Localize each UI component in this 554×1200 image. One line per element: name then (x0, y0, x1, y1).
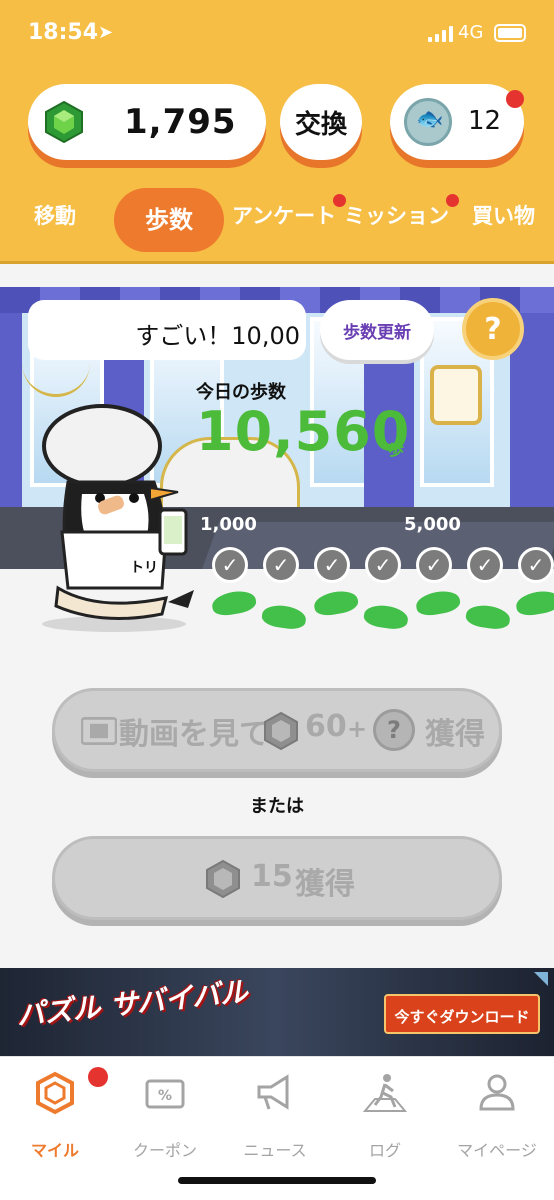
hexagon-gem-icon (36, 1071, 74, 1115)
tab-steps[interactable]: 歩数 (114, 188, 224, 252)
penguin-mascot-icon: トリ (42, 404, 194, 632)
milestone-label: 5,000 (404, 514, 461, 535)
tab-survey-label: アンケート (232, 204, 337, 228)
coin-balance-pill[interactable]: 12 (390, 84, 524, 160)
tab-mission-label: ミッション (344, 204, 449, 228)
nav-log[interactable]: ログ (330, 1071, 440, 1161)
today-steps-value: 10,560 (196, 400, 411, 463)
nav-log-label: ログ (368, 1141, 401, 1160)
svg-text:%: % (158, 1088, 172, 1104)
video-plus: + (347, 715, 368, 743)
scene-curtain (0, 287, 22, 507)
update-steps-button[interactable]: 歩数更新 (320, 300, 434, 360)
nav-coupon-label: クーポン (132, 1141, 197, 1160)
check-icon: ✓ (365, 547, 401, 583)
gray-gem-icon (206, 859, 240, 899)
nav-news-label: ニュース (243, 1141, 307, 1160)
app-header: 18:54 ➤ 4G 1,795 交換 12 移動 歩数 アンケート ミッション… (0, 0, 554, 264)
fish-coin-icon (404, 98, 452, 146)
speech-bubble-text: すごい！10,00 (135, 322, 300, 350)
nav-miles-label: マイル (30, 1141, 79, 1160)
tab-mission[interactable]: ミッション (344, 194, 459, 230)
nav-mypage[interactable]: マイページ (442, 1071, 552, 1161)
tab-move[interactable]: 移動 (34, 200, 76, 230)
earn-gem-amount: 15 (251, 859, 293, 894)
portrait-frame-icon (430, 365, 482, 425)
coin-count: 12 (468, 106, 502, 136)
gem-balance: 1,795 (124, 102, 237, 142)
or-separator: または (250, 796, 304, 817)
miles-notification-badge (88, 1067, 108, 1087)
megaphone-icon (257, 1074, 289, 1110)
check-icon: ✓ (416, 547, 452, 583)
check-icon: ✓ (314, 547, 350, 583)
help-button[interactable]: ? (462, 298, 524, 360)
network-type: 4G (458, 22, 484, 43)
gem-balance-pill[interactable]: 1,795 (28, 84, 266, 160)
mystery-ball-icon: ? (373, 709, 415, 751)
video-button-text: 動画を見て (119, 717, 269, 752)
coupon-icon: % (145, 1079, 185, 1109)
milestone-label: 1,000 (200, 514, 257, 535)
steps-unit: 歩 (388, 440, 405, 459)
nav-mypage-label: マイページ (457, 1141, 537, 1160)
mascot-shirt-text: トリ (130, 560, 158, 576)
speech-bubble: すごい！10,00 (28, 300, 306, 360)
video-gem-amount: 60 (305, 709, 347, 744)
signal-icon (428, 26, 454, 42)
gray-gem-icon (264, 711, 298, 751)
nav-coupon[interactable]: % クーポン (110, 1071, 220, 1161)
watch-video-button[interactable]: 動画を見て 60 + ? 獲得 (52, 688, 502, 772)
tab-shopping[interactable]: 買い物 (472, 200, 535, 230)
ad-title: パズル サバイバル (15, 974, 250, 1033)
status-time: 18:54 (28, 20, 99, 45)
ad-download-button[interactable]: 今すぐダウンロード (384, 994, 540, 1034)
status-bar: 18:54 ➤ 4G (0, 0, 554, 70)
person-icon (479, 1074, 515, 1111)
green-gem-icon (45, 100, 83, 144)
video-earn-text: 獲得 (425, 717, 485, 752)
film-icon (81, 717, 117, 745)
walking-person-icon (362, 1074, 408, 1112)
exchange-label: 交換 (294, 110, 347, 140)
check-icon: ✓ (467, 547, 503, 583)
check-icon: ✓ (518, 547, 554, 583)
coin-notification-badge (506, 90, 524, 108)
check-icon: ✓ (263, 547, 299, 583)
nav-news[interactable]: ニュース (220, 1071, 330, 1161)
exchange-button[interactable]: 交換 (280, 84, 362, 160)
location-arrow-icon: ➤ (98, 22, 114, 43)
tab-survey[interactable]: アンケート (232, 194, 347, 230)
mission-notification-badge (446, 194, 459, 207)
ad-choices-icon[interactable] (534, 972, 548, 986)
category-tabs: 移動 歩数 アンケート ミッション 買い物 (0, 180, 554, 254)
ad-banner[interactable]: パズル サバイバル 今すぐダウンロード (0, 968, 554, 1056)
home-indicator[interactable] (178, 1177, 376, 1184)
earn-gems-button[interactable]: 15 獲得 (52, 836, 502, 920)
earn-text: 獲得 (295, 867, 355, 902)
battery-icon (494, 24, 526, 42)
check-icon: ✓ (212, 547, 248, 583)
